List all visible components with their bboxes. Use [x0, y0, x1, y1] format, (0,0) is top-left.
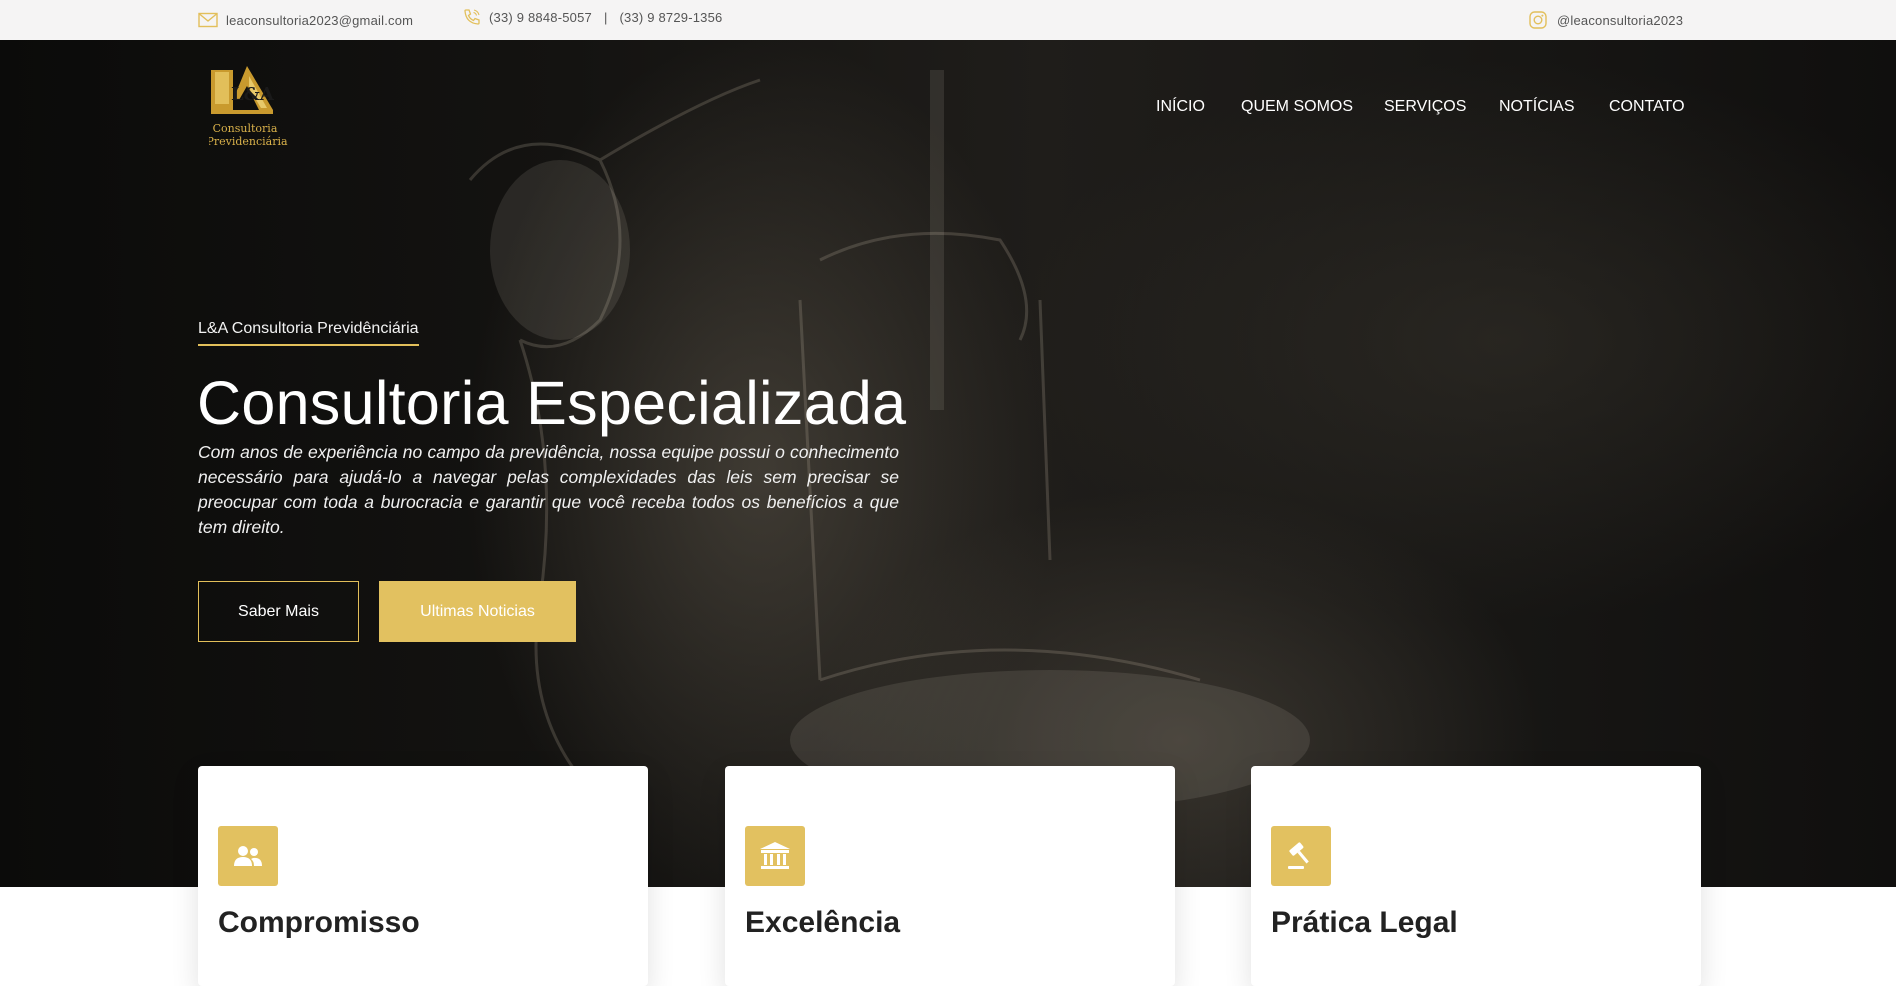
- phone-icon: [463, 8, 481, 26]
- feature-title: Compromisso: [218, 906, 420, 939]
- gavel-icon: [1271, 826, 1331, 886]
- site-logo[interactable]: L&A Consultoria Previdenciária: [206, 62, 293, 158]
- feature-card-excelencia[interactable]: Excelência: [725, 766, 1175, 986]
- instagram-contact[interactable]: @leaconsultoria2023: [1529, 0, 1683, 40]
- ultimas-noticias-button[interactable]: Ultimas Noticias: [379, 581, 576, 642]
- nav-noticias[interactable]: NOTÍCIAS: [1499, 98, 1575, 116]
- nav-quem-somos[interactable]: QUEM SOMOS: [1241, 98, 1353, 116]
- nav-contato[interactable]: CONTATO: [1609, 98, 1685, 116]
- phone-contact[interactable]: (33) 9 8848-5057 | (33) 9 8729-1356: [463, 0, 722, 37]
- phone-number-1: (33) 9 8848-5057: [489, 9, 592, 25]
- bank-icon: [745, 826, 805, 886]
- email-text: leaconsultoria2023@gmail.com: [226, 12, 414, 28]
- phone-separator: |: [603, 9, 608, 25]
- email-contact[interactable]: leaconsultoria2023@gmail.com: [198, 0, 413, 40]
- logo-line-1: Consultoria: [213, 122, 278, 135]
- hero-section: L&A Consultoria Previdenciária INÍCIO QU…: [0, 40, 1896, 887]
- feature-card-compromisso[interactable]: Compromisso: [198, 766, 648, 986]
- nav-servicos[interactable]: SERVIÇOS: [1384, 98, 1466, 116]
- envelope-icon: [198, 12, 218, 28]
- feature-title: Prática Legal: [1271, 906, 1458, 939]
- phone-number-2: (33) 9 8729-1356: [619, 9, 723, 25]
- hero-kicker: L&A Consultoria Previdênciária: [198, 320, 419, 346]
- users-icon: [218, 826, 278, 886]
- hero-description: Com anos de experiência no campo da prev…: [198, 442, 899, 537]
- feature-title: Excelência: [745, 906, 901, 939]
- top-contact-bar: leaconsultoria2023@gmail.com (33) 9 8848…: [0, 0, 1896, 40]
- instagram-icon: [1529, 11, 1547, 29]
- hero-title: Consultoria Especializada: [197, 369, 907, 437]
- nav-inicio[interactable]: INÍCIO: [1156, 98, 1205, 116]
- feature-card-pratica-legal[interactable]: Prática Legal: [1251, 766, 1701, 986]
- instagram-handle: @leaconsultoria2023: [1557, 12, 1684, 28]
- saber-mais-button[interactable]: Saber Mais: [198, 581, 359, 642]
- logo-line-2: Previdenciária: [209, 135, 288, 148]
- logo-mark: L&A: [231, 84, 275, 105]
